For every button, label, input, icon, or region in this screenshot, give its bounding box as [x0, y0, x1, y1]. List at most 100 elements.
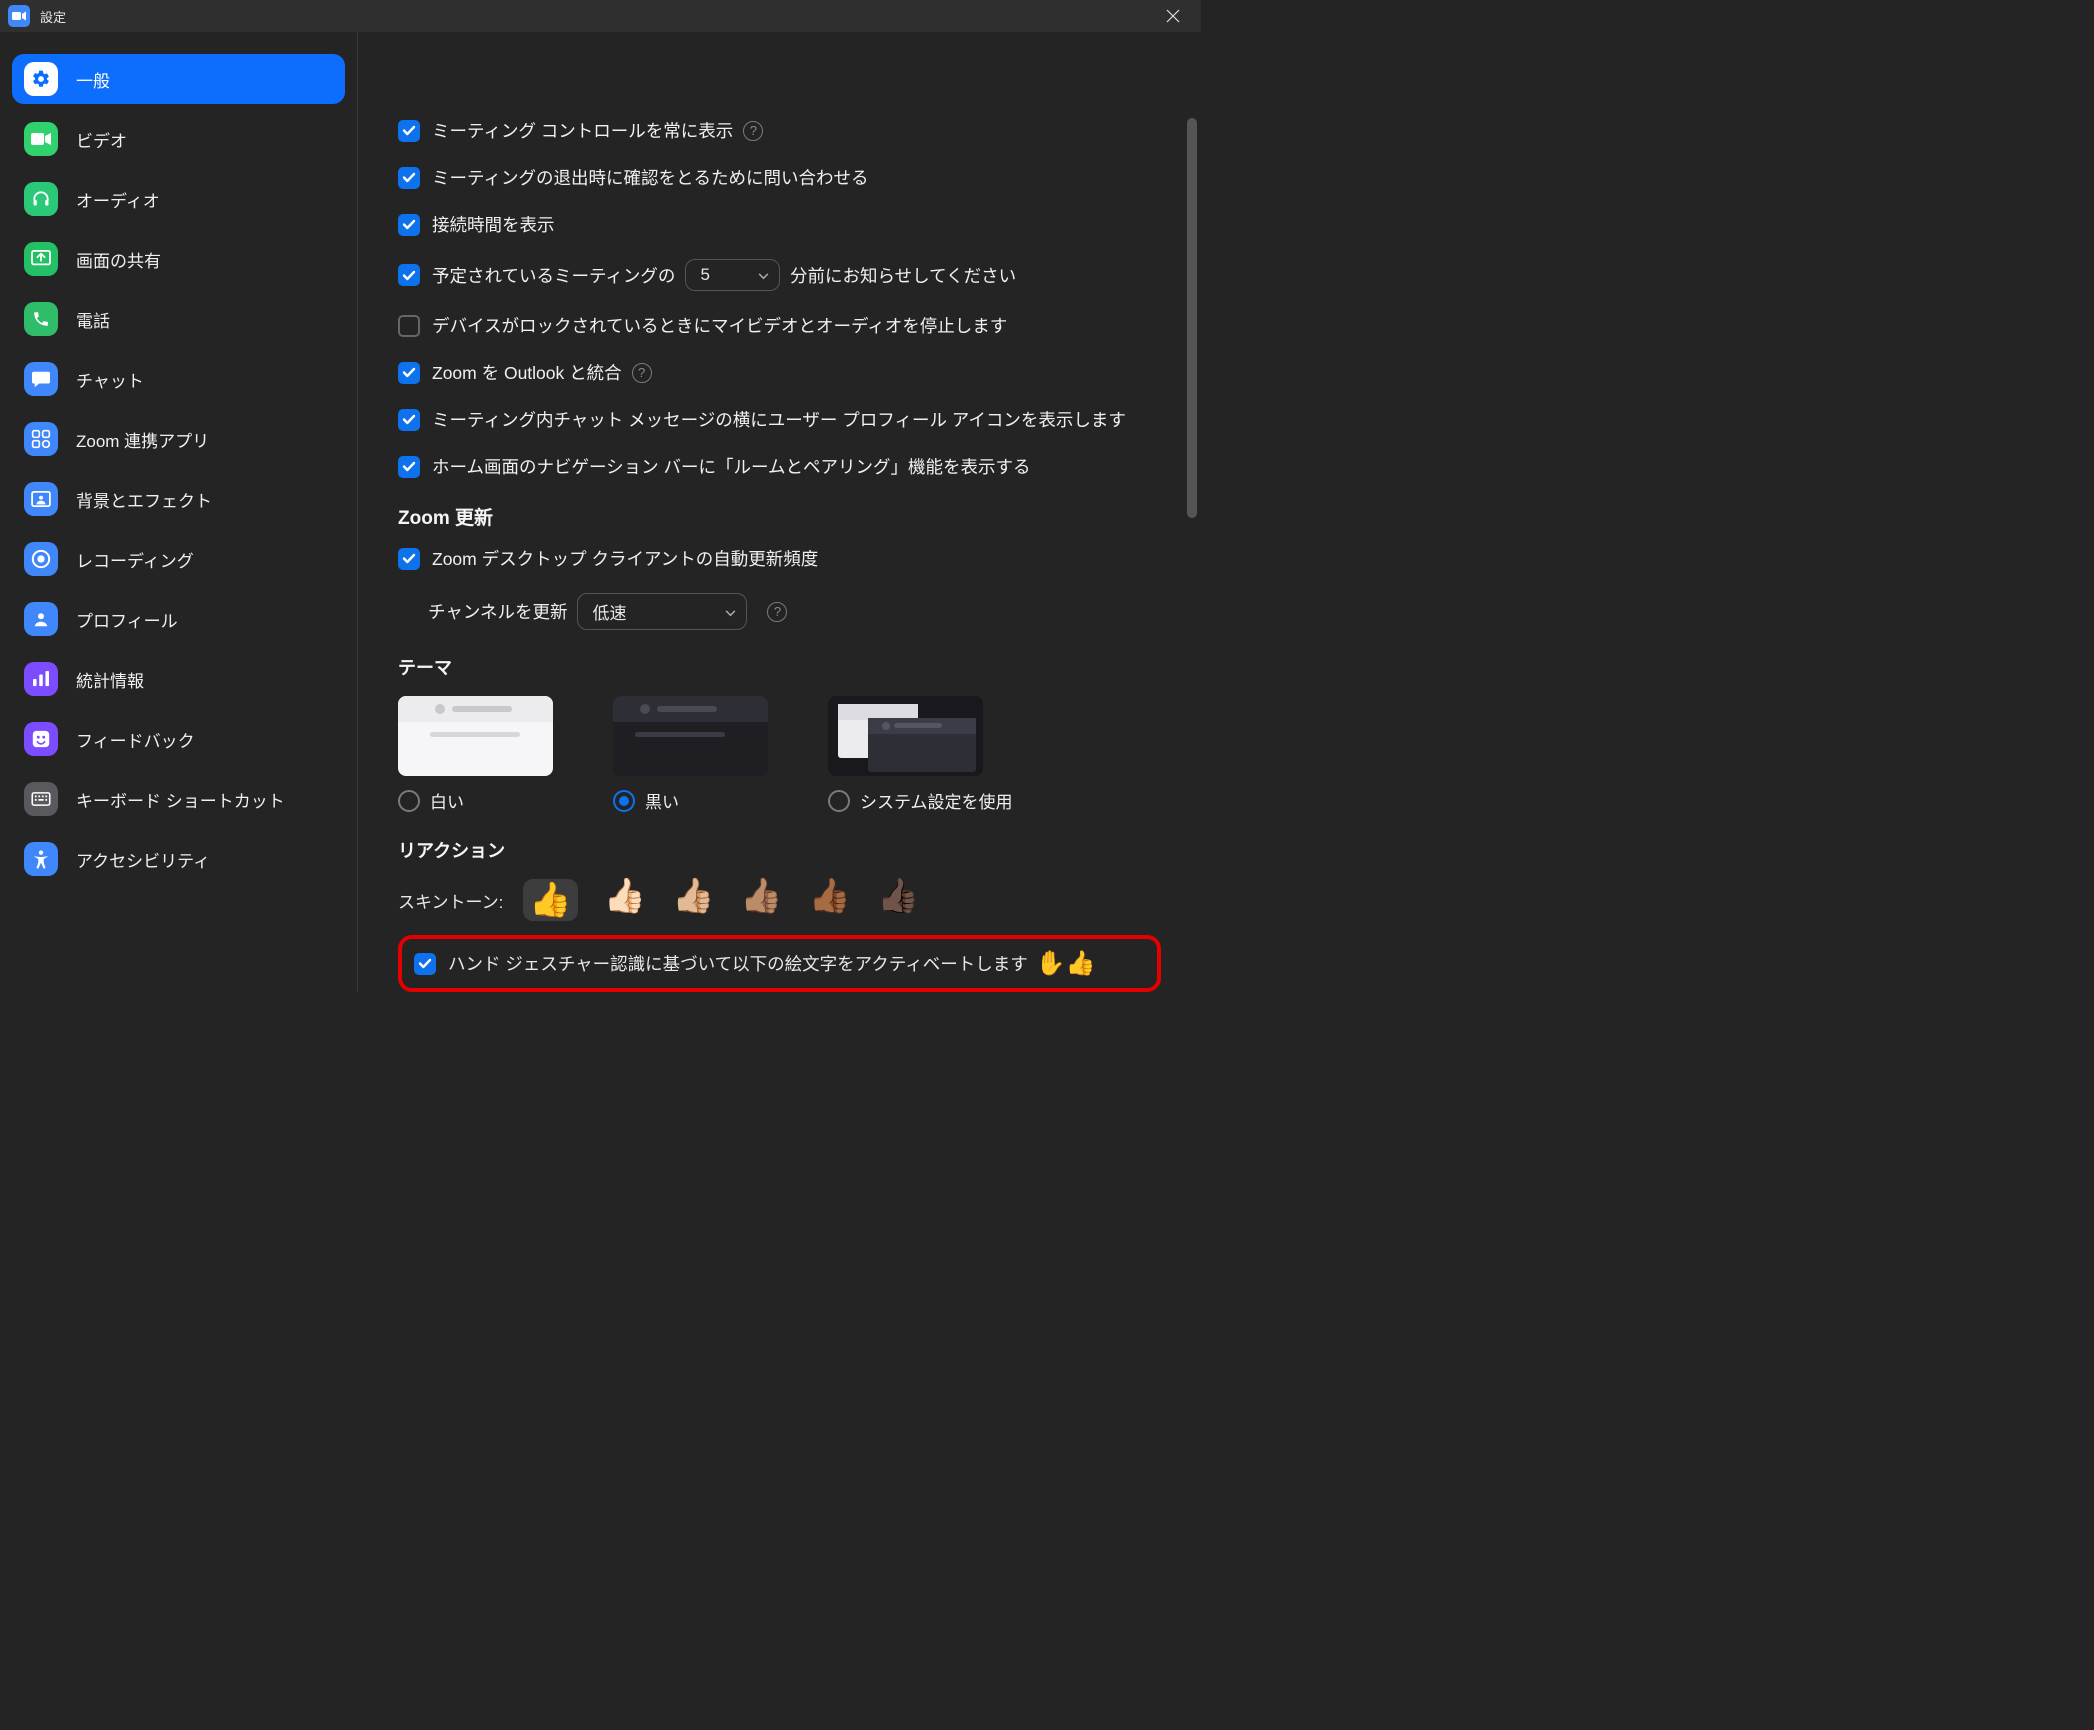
sidebar-item-keyboard[interactable]: キーボード ショートカット	[12, 774, 345, 824]
sidebar-item-audio[interactable]: オーディオ	[12, 174, 345, 224]
radio-icon[interactable]	[613, 790, 635, 812]
select-value: 5	[700, 265, 709, 285]
content-area: ミーティング コントロールを常に表示 ? ミーティングの退出時に確認をとるために…	[358, 32, 1201, 992]
sidebar-item-general[interactable]: 一般	[12, 54, 345, 104]
checkbox-icon[interactable]	[398, 315, 420, 337]
radio-icon[interactable]	[828, 790, 850, 812]
theme-option-light[interactable]: 白い	[398, 696, 553, 813]
stats-icon	[24, 662, 58, 696]
sidebar-item-phone[interactable]: 電話	[12, 294, 345, 344]
remind-minutes-select[interactable]: 5	[685, 259, 780, 291]
chat-icon	[24, 362, 58, 396]
theme-option-dark[interactable]: 黒い	[613, 696, 768, 813]
theme-label: 白い	[430, 788, 464, 813]
checkbox-icon[interactable]	[398, 264, 420, 286]
sidebar-item-label: レコーディング	[76, 547, 194, 572]
sidebar-item-statistics[interactable]: 統計情報	[12, 654, 345, 704]
sidebar-item-accessibility[interactable]: アクセシビリティ	[12, 834, 345, 884]
update-channel-select[interactable]: 低速	[577, 593, 747, 630]
option-room-pairing-nav[interactable]: ホーム画面のナビゲーション バーに「ルームとペアリング」機能を表示する	[398, 454, 1161, 479]
sidebar-item-label: チャット	[76, 367, 144, 392]
channel-label: チャンネルを更新	[428, 599, 567, 624]
sidebar-item-label: キーボード ショートカット	[76, 787, 285, 812]
close-button[interactable]	[1153, 0, 1193, 32]
option-label: ミーティングの退出時に確認をとるために問い合わせる	[432, 165, 868, 190]
section-heading-update: Zoom 更新	[398, 503, 1161, 530]
help-icon[interactable]: ?	[632, 363, 652, 383]
skintone-option-1[interactable]: 👍🏻	[604, 879, 646, 921]
sidebar-item-share-screen[interactable]: 画面の共有	[12, 234, 345, 284]
app-icon	[8, 5, 30, 27]
checkbox-icon[interactable]	[398, 362, 420, 384]
theme-preview-light	[398, 696, 553, 776]
sidebar-item-feedback[interactable]: フィードバック	[12, 714, 345, 764]
checkbox-icon[interactable]	[398, 548, 420, 570]
option-label: Zoom デスクトップ クライアントの自動更新頻度	[432, 546, 818, 571]
update-channel-row: チャンネルを更新 低速 ?	[398, 593, 1161, 630]
section-heading-reaction: リアクション	[398, 837, 1161, 863]
option-confirm-leave[interactable]: ミーティングの退出時に確認をとるために問い合わせる	[398, 165, 1161, 190]
section-heading-theme: テーマ	[398, 654, 1161, 680]
skintone-option-5[interactable]: 👍🏿	[877, 879, 919, 921]
option-label: 接続時間を表示	[432, 212, 555, 237]
keyboard-icon	[24, 782, 58, 816]
option-always-show-controls[interactable]: ミーティング コントロールを常に表示 ?	[398, 118, 1161, 143]
sidebar-item-video[interactable]: ビデオ	[12, 114, 345, 164]
sidebar-item-background[interactable]: 背景とエフェクト	[12, 474, 345, 524]
record-icon	[24, 542, 58, 576]
sidebar-item-label: 背景とエフェクト	[76, 487, 212, 512]
option-auto-update[interactable]: Zoom デスクトップ クライアントの自動更新頻度	[398, 546, 1161, 571]
option-label: ハンド ジェスチャー認識に基づいて以下の絵文字をアクティベートします	[448, 951, 1028, 976]
theme-label: システム設定を使用	[860, 788, 1013, 813]
checkbox-icon[interactable]	[398, 214, 420, 236]
option-show-connected-time[interactable]: 接続時間を表示	[398, 212, 1161, 237]
phone-icon	[24, 302, 58, 336]
gesture-emojis: ✋👍	[1036, 949, 1096, 978]
sidebar-item-recording[interactable]: レコーディング	[12, 534, 345, 584]
radio-icon[interactable]	[398, 790, 420, 812]
sidebar-item-label: ビデオ	[76, 127, 127, 152]
checkbox-icon[interactable]	[398, 409, 420, 431]
skintone-label: スキントーン:	[398, 888, 503, 913]
option-label-post: 分前にお知らせしてください	[790, 263, 1016, 288]
option-label: デバイスがロックされているときにマイビデオとオーディオを停止します	[432, 313, 1007, 338]
checkbox-icon[interactable]	[414, 953, 436, 975]
option-remind-before-meeting[interactable]: 予定されているミーティングの 5 分前にお知らせしてください	[398, 259, 1161, 291]
option-label: Zoom を Outlook と統合	[432, 360, 622, 385]
theme-option-system[interactable]: システム設定を使用	[828, 696, 1013, 813]
sidebar-item-apps[interactable]: Zoom 連携アプリ	[12, 414, 345, 464]
option-chat-profile-icon[interactable]: ミーティング内チャット メッセージの横にユーザー プロフィール アイコンを表示し…	[398, 407, 1161, 432]
skintone-option-default[interactable]: 👍	[523, 879, 577, 921]
sidebar-item-label: 一般	[76, 67, 110, 92]
accessibility-icon	[24, 842, 58, 876]
checkbox-icon[interactable]	[398, 456, 420, 478]
headphones-icon	[24, 182, 58, 216]
apps-icon	[24, 422, 58, 456]
sidebar-item-chat[interactable]: チャット	[12, 354, 345, 404]
sidebar-item-label: アクセシビリティ	[76, 847, 210, 872]
option-label: ミーティング内チャット メッセージの横にユーザー プロフィール アイコンを表示し…	[432, 407, 1126, 432]
option-label: ホーム画面のナビゲーション バーに「ルームとペアリング」機能を表示する	[432, 454, 1030, 479]
skintone-option-3[interactable]: 👍🏽	[740, 879, 782, 921]
option-hand-gesture-highlighted[interactable]: ハンド ジェスチャー認識に基づいて以下の絵文字をアクティベートします ✋👍	[398, 935, 1161, 992]
option-label-pre: 予定されているミーティングの	[432, 263, 675, 288]
scrollbar-thumb[interactable]	[1187, 118, 1197, 518]
sidebar-item-label: 画面の共有	[76, 247, 161, 272]
checkbox-icon[interactable]	[398, 167, 420, 189]
option-stop-av-when-locked[interactable]: デバイスがロックされているときにマイビデオとオーディオを停止します	[398, 313, 1161, 338]
sidebar-item-label: 統計情報	[76, 667, 144, 692]
titlebar-title: 設定	[40, 7, 66, 26]
sidebar-item-label: プロフィール	[76, 607, 178, 632]
chevron-down-icon	[725, 602, 736, 622]
skintone-option-4[interactable]: 👍🏾	[809, 879, 851, 921]
skintone-option-2[interactable]: 👍🏼	[672, 879, 714, 921]
option-outlook-integration[interactable]: Zoom を Outlook と統合 ?	[398, 360, 1161, 385]
checkbox-icon[interactable]	[398, 120, 420, 142]
sidebar-item-label: 電話	[76, 307, 110, 332]
help-icon[interactable]: ?	[767, 602, 787, 622]
help-icon[interactable]: ?	[743, 121, 763, 141]
sidebar-item-label: Zoom 連携アプリ	[76, 427, 209, 452]
theme-preview-dark	[613, 696, 768, 776]
share-screen-icon	[24, 242, 58, 276]
sidebar-item-profile[interactable]: プロフィール	[12, 594, 345, 644]
